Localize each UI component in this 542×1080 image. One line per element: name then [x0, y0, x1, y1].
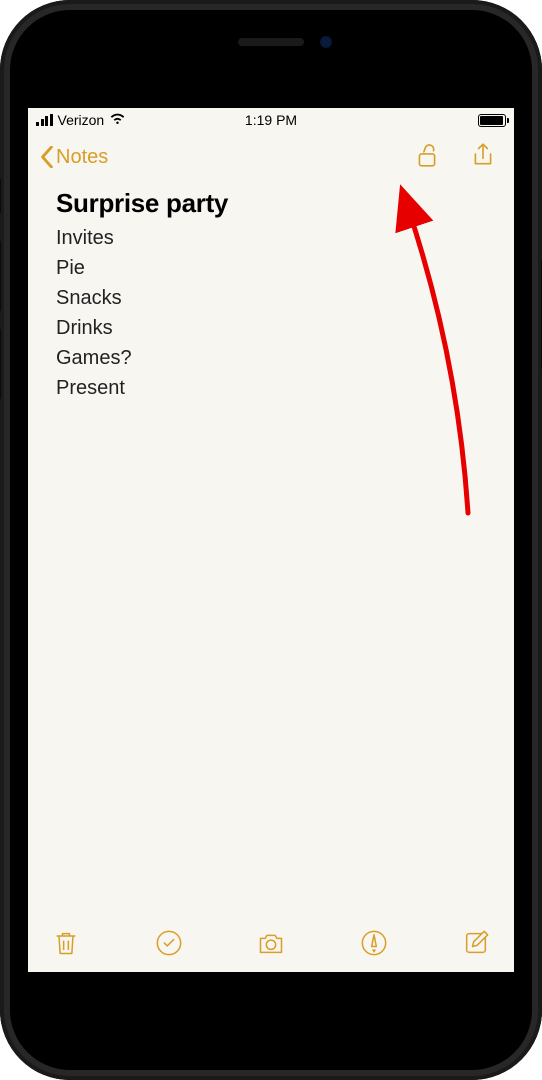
wifi-icon	[109, 112, 126, 128]
cellular-signal-icon	[36, 114, 53, 126]
camera-icon[interactable]	[257, 929, 285, 962]
note-line: Pie	[56, 253, 486, 283]
note-line: Present	[56, 373, 486, 403]
lock-icon[interactable]	[414, 142, 440, 173]
note-title: Surprise party	[56, 188, 486, 219]
mute-switch	[0, 178, 1, 214]
nav-bar: Notes	[28, 132, 514, 182]
checklist-icon[interactable]	[155, 929, 183, 962]
time-label: 1:19 PM	[245, 112, 297, 128]
share-icon[interactable]	[470, 142, 496, 173]
note-body[interactable]: Surprise party Invites Pie Snacks Drinks…	[28, 182, 514, 409]
volume-up	[0, 240, 1, 312]
draw-icon[interactable]	[360, 929, 388, 962]
carrier-label: Verizon	[58, 112, 105, 128]
note-line: Drinks	[56, 313, 486, 343]
note-line: Snacks	[56, 283, 486, 313]
compose-icon[interactable]	[462, 929, 490, 962]
bottom-toolbar	[28, 918, 514, 972]
note-line: Invites	[56, 223, 486, 253]
back-button[interactable]: Notes	[40, 146, 108, 169]
screen: Verizon 1:19 PM Notes	[28, 108, 514, 972]
phone-camera	[320, 36, 332, 48]
back-label: Notes	[56, 146, 108, 169]
status-bar: Verizon 1:19 PM	[28, 108, 514, 132]
phone-speaker	[238, 38, 304, 46]
note-line: Games?	[56, 343, 486, 373]
battery-icon	[478, 114, 506, 127]
volume-down	[0, 328, 1, 400]
trash-icon[interactable]	[52, 929, 80, 962]
phone-frame: Verizon 1:19 PM Notes	[0, 0, 542, 1080]
